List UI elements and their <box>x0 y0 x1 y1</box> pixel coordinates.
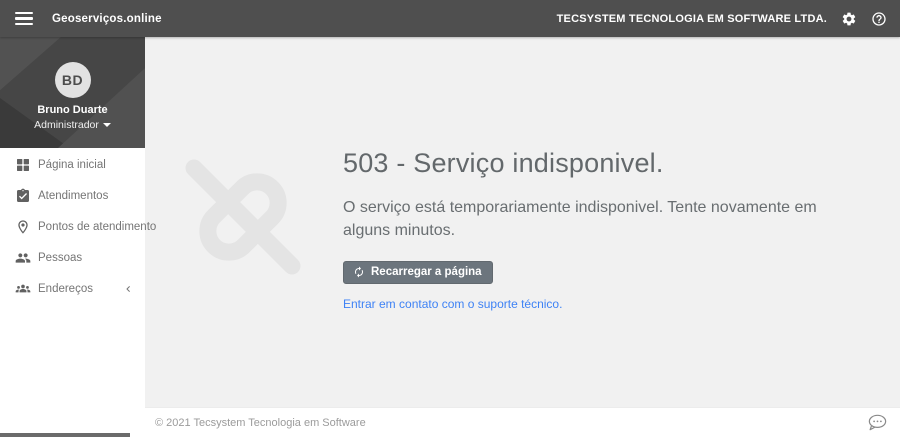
sidebar: BD Bruno Duarte Administrador Página ini… <box>0 37 145 437</box>
error-panel: 503 - Serviço indisponivel. O serviço es… <box>343 148 843 313</box>
app-window: Geoserviços.online TECSYSTEM TECNOLOGIA … <box>0 0 900 437</box>
header-right-cluster: TECSYSTEM TECNOLOGIA EM SOFTWARE LTDA. <box>557 11 887 27</box>
clipboard-check-icon <box>15 188 31 204</box>
sidebar-item-label: Pessoas <box>38 252 82 264</box>
horizontal-scrollbar[interactable] <box>0 433 130 437</box>
sidebar-item-enderecos[interactable]: Endereços <box>0 273 145 304</box>
broken-link-watermark-icon <box>163 137 323 297</box>
error-message: O serviço está temporariamente indisponi… <box>343 196 835 242</box>
main-content: 503 - Serviço indisponivel. O serviço es… <box>145 37 900 407</box>
error-title: 503 - Serviço indisponivel. <box>343 148 843 179</box>
sidebar-item-atendimentos[interactable]: Atendimentos <box>0 180 145 211</box>
people-icon <box>15 250 31 266</box>
sidebar-item-pagina-inicial[interactable]: Página inicial <box>0 149 145 180</box>
user-panel: BD Bruno Duarte Administrador <box>0 37 145 148</box>
reload-page-button[interactable]: Recarregar a página <box>343 261 493 284</box>
top-navbar: Geoserviços.online TECSYSTEM TECNOLOGIA … <box>0 0 900 37</box>
sidebar-item-label: Pontos de atendimento <box>38 221 156 233</box>
sidebar-item-pontos-de-atendimento[interactable]: Pontos de atendimento <box>0 211 145 242</box>
brand-title[interactable]: Geoserviços.online <box>52 13 162 25</box>
user-name: Bruno Duarte <box>37 104 107 116</box>
chevron-left-icon <box>124 284 133 293</box>
sidebar-item-label: Página inicial <box>38 159 106 171</box>
gear-icon[interactable] <box>841 11 857 27</box>
sidebar-item-label: Atendimentos <box>38 190 108 202</box>
help-icon[interactable] <box>871 11 887 27</box>
copyright-text: © 2021 Tecsystem Tecnologia em Software <box>155 417 366 429</box>
sidebar-item-pessoas[interactable]: Pessoas <box>0 242 145 273</box>
company-name: TECSYSTEM TECNOLOGIA EM SOFTWARE LTDA. <box>557 13 827 25</box>
caret-down-icon <box>103 123 111 127</box>
user-role-label: Administrador <box>34 119 99 131</box>
sidebar-menu: Página inicial Atendimentos Pontos de at… <box>0 148 145 304</box>
support-link[interactable]: Entrar em contato com o suporte técnico. <box>343 297 562 311</box>
reload-button-label: Recarregar a página <box>371 266 482 278</box>
footer: © 2021 Tecsystem Tecnologia em Software <box>145 407 900 437</box>
avatar: BD <box>55 62 91 98</box>
chat-bubble-icon[interactable] <box>867 414 888 431</box>
user-role-dropdown[interactable]: Administrador <box>34 119 111 131</box>
refresh-icon <box>353 266 365 278</box>
location-pin-icon <box>15 219 31 235</box>
groups-icon <box>15 281 31 297</box>
grid-icon <box>15 157 31 173</box>
sidebar-item-label: Endereços <box>38 283 93 295</box>
hamburger-menu-icon[interactable] <box>15 12 33 25</box>
